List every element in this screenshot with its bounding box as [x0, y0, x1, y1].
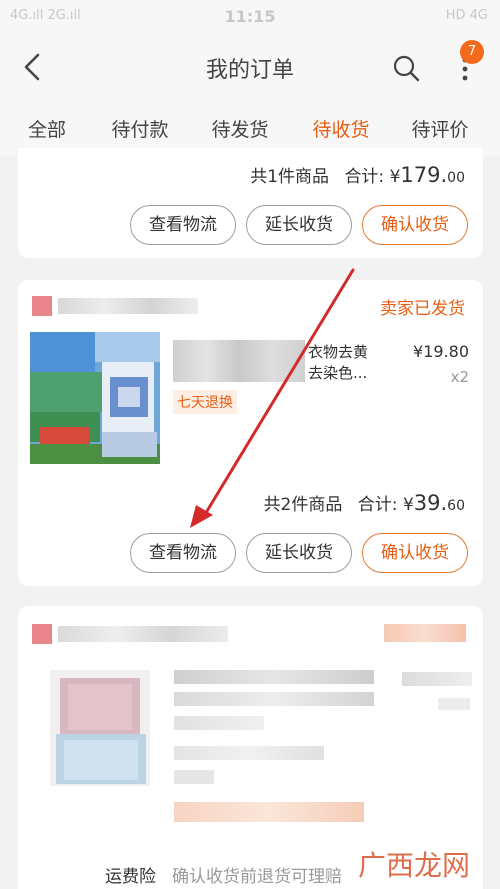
- product-spec-redacted: [174, 770, 214, 784]
- shop-name-redacted: [58, 298, 198, 314]
- order-card: 卖家已发货 衣物去黄 去染色... ¥19.80 x2 七天退换 共2件商品 合…: [18, 280, 483, 586]
- extend-receipt-button[interactable]: 延长收货: [246, 533, 352, 573]
- product-title-redacted: [174, 692, 374, 706]
- tab-pending-shipment[interactable]: 待发货: [195, 115, 285, 142]
- tab-all[interactable]: 全部: [2, 115, 92, 142]
- product-quantity: x2: [450, 368, 469, 386]
- total-price-int: 179.: [400, 163, 448, 187]
- order-summary: 共2件商品 合计: ¥39.60: [264, 490, 465, 515]
- product-thumbnail[interactable]: [30, 332, 160, 464]
- product-spec-redacted: [174, 746, 324, 760]
- order-card: 共1件商品 合计: ¥179.00 查看物流 延长收货 确认收货: [18, 148, 483, 258]
- watermark-logo: 广西龙网: [357, 849, 470, 882]
- shop-name-redacted: [58, 626, 228, 642]
- product-title-redacted: [173, 340, 305, 382]
- currency-symbol: ¥: [389, 167, 401, 187]
- shipping-insurance-desc: 确认收货前退货可理赔: [172, 867, 342, 887]
- search-icon[interactable]: [392, 54, 420, 82]
- status-icons: HD 4G: [445, 8, 488, 23]
- order-status: 卖家已发货: [380, 299, 465, 319]
- product-thumbnail[interactable]: [50, 670, 150, 786]
- notification-badge: 7: [460, 40, 484, 64]
- currency-symbol: ¥: [402, 495, 414, 515]
- extend-receipt-button[interactable]: 延长收货: [246, 205, 352, 245]
- return-policy-tag: 七天退换: [173, 390, 237, 414]
- item-count: 共1件商品: [250, 167, 330, 187]
- status-time: 11:15: [224, 7, 276, 26]
- shop-header[interactable]: [32, 296, 202, 316]
- confirm-receipt-button[interactable]: 确认收货: [362, 533, 468, 573]
- shipping-insurance-label: 运费险: [105, 867, 156, 887]
- tab-pending-payment[interactable]: 待付款: [95, 115, 185, 142]
- item-count: 共2件商品: [263, 495, 343, 515]
- total-label: 合计:: [344, 167, 385, 187]
- total-price-dec: 60: [447, 498, 465, 514]
- product-price-redacted: [402, 672, 472, 686]
- product-title[interactable]: 衣物去黄 去染色...: [308, 342, 398, 384]
- product-title-redacted: [174, 670, 374, 684]
- order-status-redacted: [384, 624, 466, 642]
- product-qty-redacted: [438, 698, 470, 710]
- total-price-dec: 00: [447, 170, 465, 186]
- shop-icon: [32, 624, 52, 644]
- order-summary: 共1件商品 合计: ¥179.00: [250, 162, 465, 187]
- view-logistics-button[interactable]: 查看物流: [130, 205, 236, 245]
- page-title: 我的订单: [205, 58, 294, 83]
- total-price-int: 39.: [413, 491, 448, 515]
- nav-bar: 我的订单 7: [0, 34, 500, 100]
- view-logistics-button[interactable]: 查看物流: [130, 533, 236, 573]
- total-label: 合计:: [357, 495, 398, 515]
- product-price: ¥19.80: [413, 342, 469, 361]
- status-bar: 4G.ıll 2G.ıll 11:15 HD 4G: [0, 0, 500, 34]
- product-tag-redacted: [174, 802, 364, 822]
- tab-pending-receipt[interactable]: 待收货: [296, 115, 386, 142]
- shipping-insurance-row: 运费险 确认收货前退货可理赔 广西龙网: [0, 849, 500, 889]
- product-spec-redacted: [174, 716, 264, 730]
- shop-icon: [32, 296, 52, 316]
- tab-pending-review[interactable]: 待评价: [395, 115, 485, 142]
- confirm-receipt-button[interactable]: 确认收货: [362, 205, 468, 245]
